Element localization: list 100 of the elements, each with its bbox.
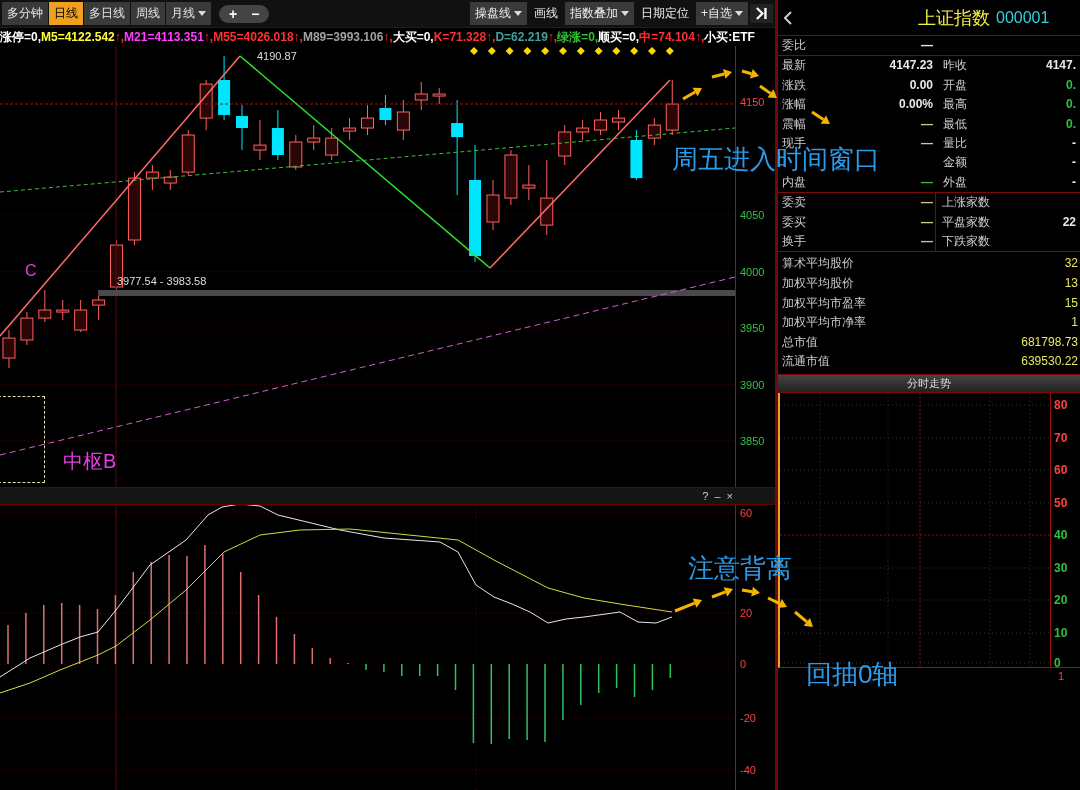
panel-control[interactable]: ? — [700, 488, 711, 504]
field-label: 委比 — [782, 37, 806, 54]
field-label: 最新 — [782, 57, 806, 75]
period-tab[interactable]: 多日线 — [84, 2, 130, 25]
candle — [92, 294, 106, 321]
candle — [343, 117, 357, 141]
candle — [271, 109, 284, 161]
indicator-value: K=71.328↑, — [433, 29, 496, 46]
period-tab[interactable]: 月线 — [166, 2, 211, 25]
back-icon[interactable] — [784, 10, 792, 25]
field-value: 1 — [1071, 314, 1078, 332]
annotation-text: C — [25, 262, 37, 280]
toolbar-button[interactable]: 指数叠加 — [565, 2, 634, 25]
field-value: 4147. — [1045, 57, 1076, 75]
field-label: 涨跌 — [782, 76, 806, 94]
field-label: 金额 — [943, 154, 967, 172]
period-tab[interactable]: 多分钟 — [2, 2, 48, 25]
field-value: 13 — [1064, 275, 1078, 293]
candle — [145, 164, 159, 191]
axis-label: 4000 — [740, 265, 765, 278]
axis-label: 10 — [1054, 626, 1068, 641]
field-label: 昨收 — [943, 57, 967, 75]
axis-label: 3950 — [740, 322, 765, 334]
axis-label: 0 — [740, 657, 747, 672]
indicator-value: M55=4026.018↑, — [213, 29, 303, 46]
candle — [612, 109, 625, 131]
candle — [199, 79, 213, 131]
annotation-arrow — [794, 610, 813, 627]
toolbar-button[interactable]: 操盘线 — [470, 2, 527, 25]
toolbar-button[interactable]: 画线 — [529, 2, 563, 25]
field-label: 总市值 — [782, 333, 818, 351]
field-label: 外盘 — [943, 173, 967, 191]
indicator-value: M89=3993.106↑, — [302, 29, 393, 46]
panel-control[interactable]: – — [712, 488, 723, 504]
field-label: 委卖 — [782, 194, 806, 212]
axis-label: -40 — [740, 763, 756, 778]
field-value: 4147.23 — [889, 57, 933, 75]
field-value: - — [1072, 173, 1076, 191]
axis-label: 60 — [740, 506, 753, 521]
toolbar-button[interactable]: 日期定位 — [636, 2, 694, 25]
axis-label: 80 — [1054, 398, 1068, 413]
field-label: 委买 — [782, 213, 806, 231]
field-value: 32 — [1064, 255, 1078, 273]
candle — [74, 299, 88, 333]
annotation-arrow — [674, 598, 702, 613]
candle — [253, 119, 267, 161]
candle — [56, 299, 70, 321]
indicator-value: D=62.219↑, — [495, 29, 558, 46]
period-tab[interactable]: 日线 — [49, 2, 83, 25]
candle — [432, 87, 446, 105]
diamond-icon — [470, 47, 478, 55]
candle — [665, 79, 679, 136]
indicator-value: M5=4122.542↑, — [41, 29, 125, 46]
field-value: — — [921, 194, 933, 212]
field-value: 0. — [1066, 96, 1076, 114]
field-value: 0. — [1066, 115, 1076, 133]
field-label: 最高 — [943, 96, 967, 114]
candle — [38, 289, 52, 323]
field-label: 开盘 — [943, 76, 967, 94]
candle — [576, 119, 590, 141]
field-label: 算术平均股价 — [782, 255, 854, 273]
field-value: — — [921, 173, 933, 191]
axis-label: 50 — [1054, 496, 1068, 511]
annotation-text: 中枢B — [63, 450, 117, 472]
axis-label: 3850 — [740, 435, 765, 447]
candle — [630, 129, 643, 181]
indicator-value: ETF — [732, 29, 755, 46]
field-label: 量比 — [943, 135, 967, 153]
candle — [647, 117, 661, 146]
axis-label: 70 — [1054, 431, 1068, 446]
annotation-arrow — [741, 68, 759, 79]
indicator-value: 小买: — [704, 29, 733, 46]
field-label: 加权平均股价 — [782, 275, 854, 293]
intraday-tab[interactable]: 分时走势 — [778, 375, 1080, 394]
caret-icon — [735, 11, 743, 16]
zoom-button[interactable]: − — [247, 5, 264, 22]
candle — [325, 127, 339, 161]
toolbar-button[interactable]: +自选 — [696, 2, 748, 25]
zoom-button[interactable]: + — [225, 5, 242, 22]
field-value: 0.00 — [909, 76, 933, 94]
index-code: 000001 — [996, 8, 1050, 27]
diamond-icon — [559, 47, 567, 55]
axis-label: 4150 — [740, 96, 765, 109]
period-tab[interactable]: 周线 — [131, 2, 165, 25]
field-label: 平盘家数 — [942, 213, 990, 231]
collapse-button[interactable] — [750, 4, 773, 23]
field-value: — — [921, 213, 933, 231]
indicator-value: 中=74.104↑, — [639, 29, 705, 46]
annotation-arrow — [767, 596, 787, 609]
annotation-arrow — [682, 87, 702, 101]
indicator-value: 大买=0, — [392, 29, 434, 46]
panel-control[interactable]: × — [724, 488, 735, 504]
axis-label: 3900 — [740, 378, 765, 391]
diamond-icon — [648, 47, 656, 55]
field-value: — — [921, 37, 933, 54]
axis-label: 20 — [740, 606, 753, 621]
candle — [361, 104, 374, 136]
candle — [218, 55, 231, 121]
field-value: 0. — [1066, 76, 1076, 94]
field-value: — — [921, 233, 933, 251]
